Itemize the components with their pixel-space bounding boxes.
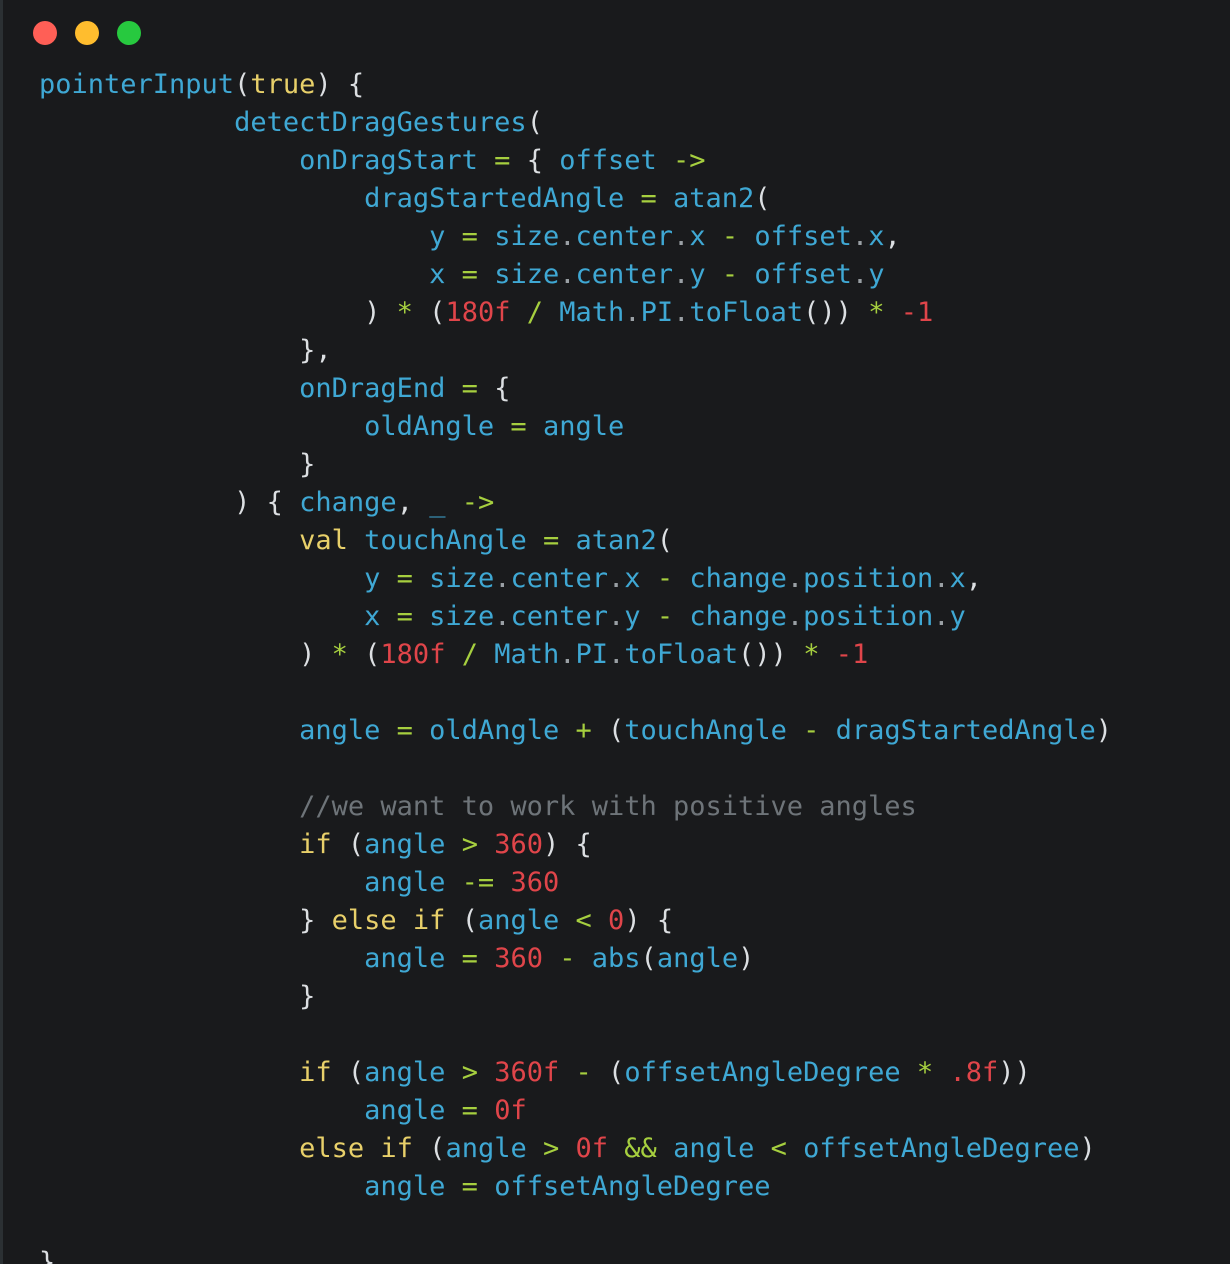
code-line: val touchAngle = atan2( bbox=[299, 525, 674, 556]
code-line: x = size.center.y - offset.y bbox=[429, 259, 885, 290]
code-line: angle -= 360 bbox=[364, 867, 560, 898]
code-line: onDragStart = { offset -> bbox=[299, 145, 706, 176]
code-window: pointerInput(true) { detectDragGestures(… bbox=[0, 0, 1230, 1264]
code-line: ) { change, _ -> bbox=[234, 487, 495, 518]
window-title-bar bbox=[3, 0, 1230, 66]
code-line: dragStartedAngle = atan2( bbox=[364, 183, 771, 214]
code-line: detectDragGestures( bbox=[234, 107, 543, 138]
code-line: oldAngle = angle bbox=[364, 411, 625, 442]
close-button[interactable] bbox=[33, 21, 57, 45]
code-line: }, bbox=[299, 335, 332, 366]
code-line: angle = offsetAngleDegree bbox=[364, 1171, 771, 1202]
code-line: if (angle > 360f - (offsetAngleDegree * … bbox=[299, 1057, 1031, 1088]
code-line: else if (angle > 0f && angle < offsetAng… bbox=[299, 1133, 1096, 1164]
code-line: if (angle > 360) { bbox=[299, 829, 592, 860]
code-line: onDragEnd = { bbox=[299, 373, 511, 404]
code-line: } bbox=[299, 449, 316, 480]
maximize-button[interactable] bbox=[117, 21, 141, 45]
code-line: angle = 360 - abs(angle) bbox=[364, 943, 755, 974]
code-line: angle = 0f bbox=[364, 1095, 527, 1126]
code-block[interactable]: pointerInput(true) { detectDragGestures(… bbox=[3, 66, 1230, 1264]
code-line: ) * (180f / Math.PI.toFloat()) * -1 bbox=[364, 297, 934, 328]
code-line: x = size.center.y - change.position.y bbox=[364, 601, 966, 632]
code-line: } bbox=[39, 1247, 56, 1264]
code-line: ) * (180f / Math.PI.toFloat()) * -1 bbox=[299, 639, 869, 670]
code-line: //we want to work with positive angles bbox=[299, 791, 917, 822]
code-line: pointerInput(true) { bbox=[39, 69, 365, 100]
code-line: } bbox=[299, 981, 316, 1012]
minimize-button[interactable] bbox=[75, 21, 99, 45]
code-line: y = size.center.x - offset.x, bbox=[429, 221, 901, 252]
code-line: y = size.center.x - change.position.x, bbox=[364, 563, 982, 594]
code-line: angle = oldAngle + (touchAngle - dragSta… bbox=[299, 715, 1112, 746]
code-line: } else if (angle < 0) { bbox=[299, 905, 674, 936]
